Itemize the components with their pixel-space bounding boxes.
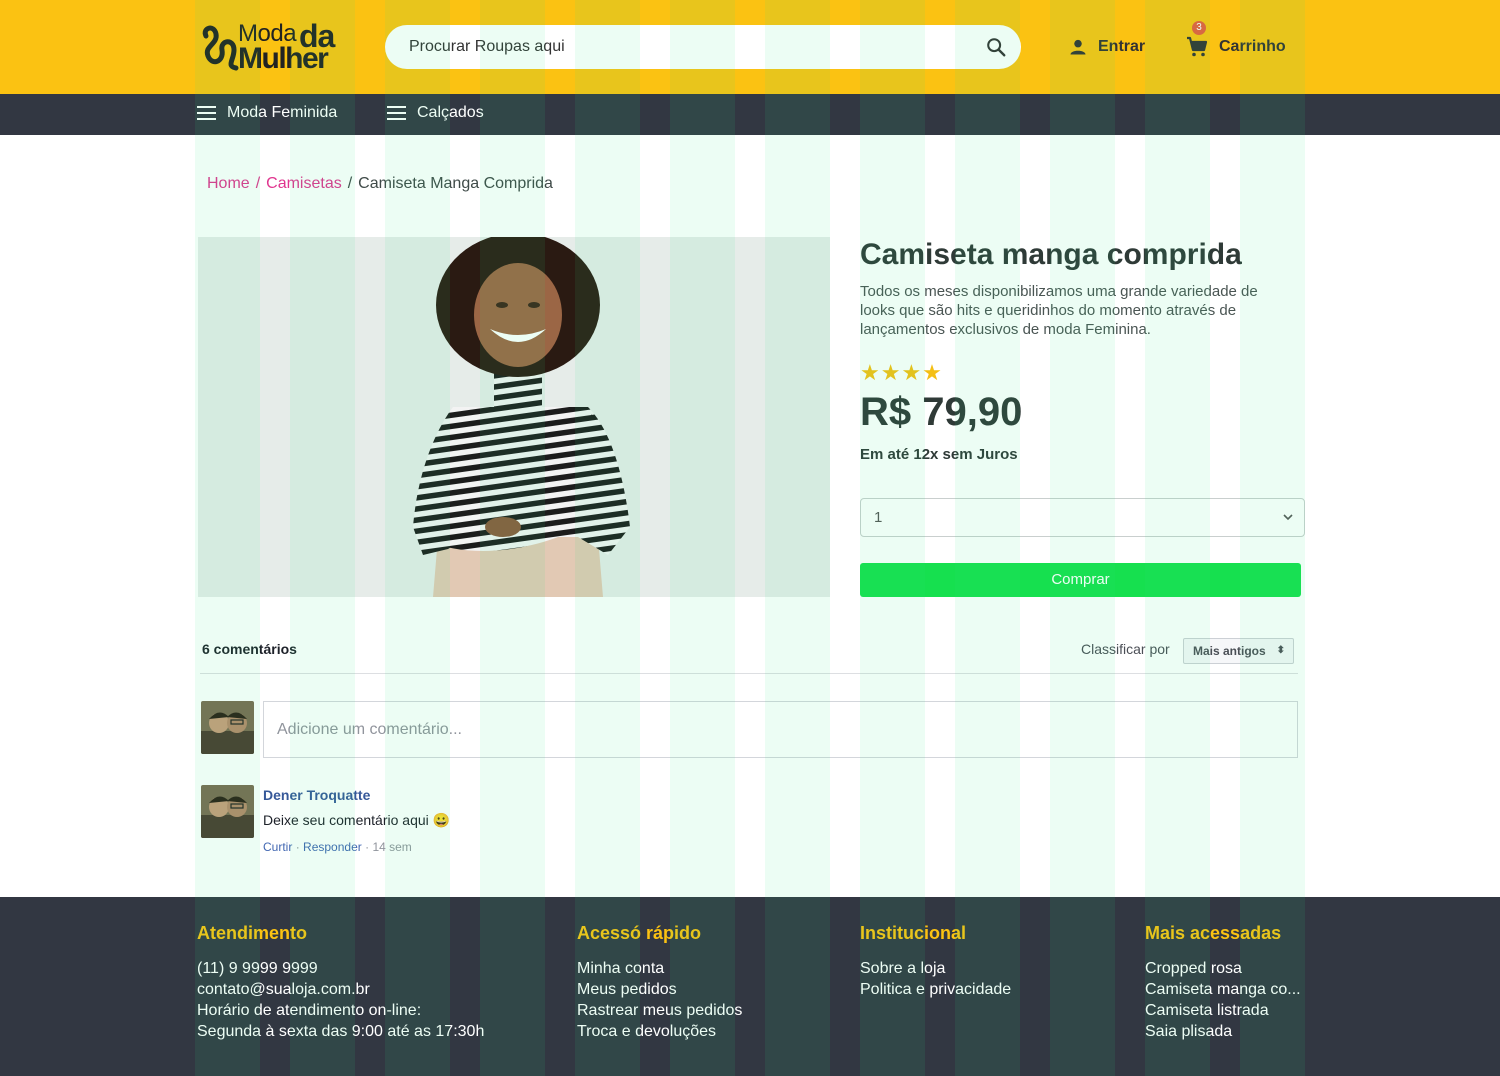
product-installments: Em até 12x sem Juros (860, 446, 1018, 463)
quantity-value: 1 (874, 509, 883, 526)
product-price: R$ 79,90 (860, 390, 1023, 434)
footer-link[interactable]: Camiseta listrada (1145, 1000, 1301, 1021)
chevron-down-icon (1283, 514, 1293, 521)
site-footer: Atendimento (11) 9 9999 9999 contato@sua… (0, 897, 1500, 1076)
menu-icon (387, 106, 406, 120)
comment-author[interactable]: Dener Troquatte (263, 787, 370, 803)
footer-column-institucional: Institucional Sobre a loja Politica e pr… (860, 923, 1011, 1000)
footer-column-mais-acessadas: Mais acessadas Cropped rosa Camiseta man… (1145, 923, 1301, 1042)
sort-select[interactable]: Mais antigos ⬍ (1183, 638, 1294, 664)
comment-time: 14 sem (372, 840, 412, 854)
cart-link[interactable]: 3 Carrinho (1185, 21, 1286, 59)
nav-item-calcados[interactable]: Calçados (387, 104, 484, 122)
cart-count-badge: 3 (1192, 21, 1206, 35)
nav-item-label: Calçados (417, 104, 484, 121)
cart-label: Carrinho (1219, 38, 1286, 55)
footer-link[interactable]: Camiseta manga co... (1145, 979, 1301, 1000)
search-bar (385, 25, 1021, 69)
footer-link[interactable]: Meus pedidos (577, 979, 742, 1000)
category-nav: Moda Feminida Calçados (0, 94, 1500, 135)
footer-heading: Mais acessadas (1145, 923, 1282, 943)
footer-link[interactable]: Cropped rosa (1145, 958, 1301, 979)
footer-link[interactable]: Minha conta (577, 958, 742, 979)
comment-actions: Curtir · Responder · 14 sem (263, 840, 412, 854)
footer-link[interactable]: Sobre a loja (860, 958, 1011, 979)
comments-count: 6 comentários (202, 641, 297, 657)
reply-link[interactable]: Responder (303, 840, 362, 854)
breadcrumb-current: Camiseta Manga Comprida (358, 175, 553, 192)
breadcrumb-category[interactable]: Camisetas (266, 175, 342, 193)
search-input[interactable] (409, 25, 969, 69)
product-image[interactable] (198, 237, 830, 597)
comment-text: Deixe seu comentário aqui 😀 (263, 812, 451, 828)
comments-divider (200, 673, 1298, 674)
sort-arrows-icon: ⬍ (1276, 645, 1285, 656)
footer-phone: (11) 9 9999 9999 (197, 960, 318, 977)
menu-icon (197, 106, 216, 120)
search-icon[interactable] (985, 36, 1007, 58)
breadcrumb-separator: / (255, 175, 261, 192)
footer-heading: Acessó rápido (577, 923, 702, 943)
buy-button[interactable]: Comprar (860, 563, 1301, 597)
footer-link[interactable]: Rastrear meus pedidos (577, 1000, 742, 1021)
sort-label: Classificar por (1081, 641, 1170, 657)
footer-link[interactable]: Politica e privacidade (860, 979, 1011, 1000)
footer-heading: Institucional (860, 923, 967, 943)
footer-hours: Segunda à sexta das 9:00 até as 17:30h (197, 1023, 485, 1040)
product-title: Camiseta manga comprida (860, 238, 1242, 271)
footer-column-atendimento: Atendimento (11) 9 9999 9999 contato@sua… (197, 923, 484, 1042)
footer-hours-label: Horário de atendimento on-line: (197, 1002, 422, 1019)
nav-item-label: Moda Feminida (227, 104, 338, 121)
logo-text-mulher: Mulher (238, 42, 329, 75)
like-link[interactable]: Curtir (263, 840, 292, 854)
avatar[interactable] (201, 785, 254, 838)
footer-link[interactable]: Saia plisada (1145, 1021, 1301, 1042)
quantity-select[interactable]: 1 (860, 498, 1305, 537)
logo-swirl-icon (202, 25, 239, 71)
footer-heading: Atendimento (197, 923, 307, 943)
login-label: Entrar (1098, 38, 1146, 55)
site-header: Moda da Mulher Entrar 3 Carrinho (0, 0, 1500, 94)
product-rating-stars: ★★★★ (860, 360, 943, 385)
breadcrumb-home[interactable]: Home (207, 175, 250, 193)
nav-item-moda-feminina[interactable]: Moda Feminida (197, 104, 337, 122)
avatar (201, 701, 254, 754)
breadcrumb-separator: / (347, 175, 353, 192)
cart-icon (1187, 36, 1208, 57)
login-link[interactable]: Entrar (1068, 35, 1145, 59)
comment-input[interactable]: Adicione um comentário... (263, 701, 1298, 758)
site-logo[interactable]: Moda da Mulher (200, 18, 345, 75)
breadcrumb: Home / Camisetas / Camiseta Manga Compri… (207, 175, 553, 193)
comments-widget: 6 comentários Classificar por Mais antig… (197, 628, 1301, 866)
sort-value: Mais antigos (1193, 644, 1266, 658)
footer-link[interactable]: Troca e devoluções (577, 1021, 742, 1042)
user-icon (1070, 39, 1086, 55)
action-separator: · (295, 840, 304, 854)
footer-email[interactable]: contato@sualoja.com.br (197, 979, 484, 1000)
product-photo (198, 237, 830, 597)
footer-column-acesso-rapido: Acessó rápido Minha conta Meus pedidos R… (577, 923, 742, 1042)
product-description: Todos os meses disponibilizamos uma gran… (860, 283, 1258, 338)
